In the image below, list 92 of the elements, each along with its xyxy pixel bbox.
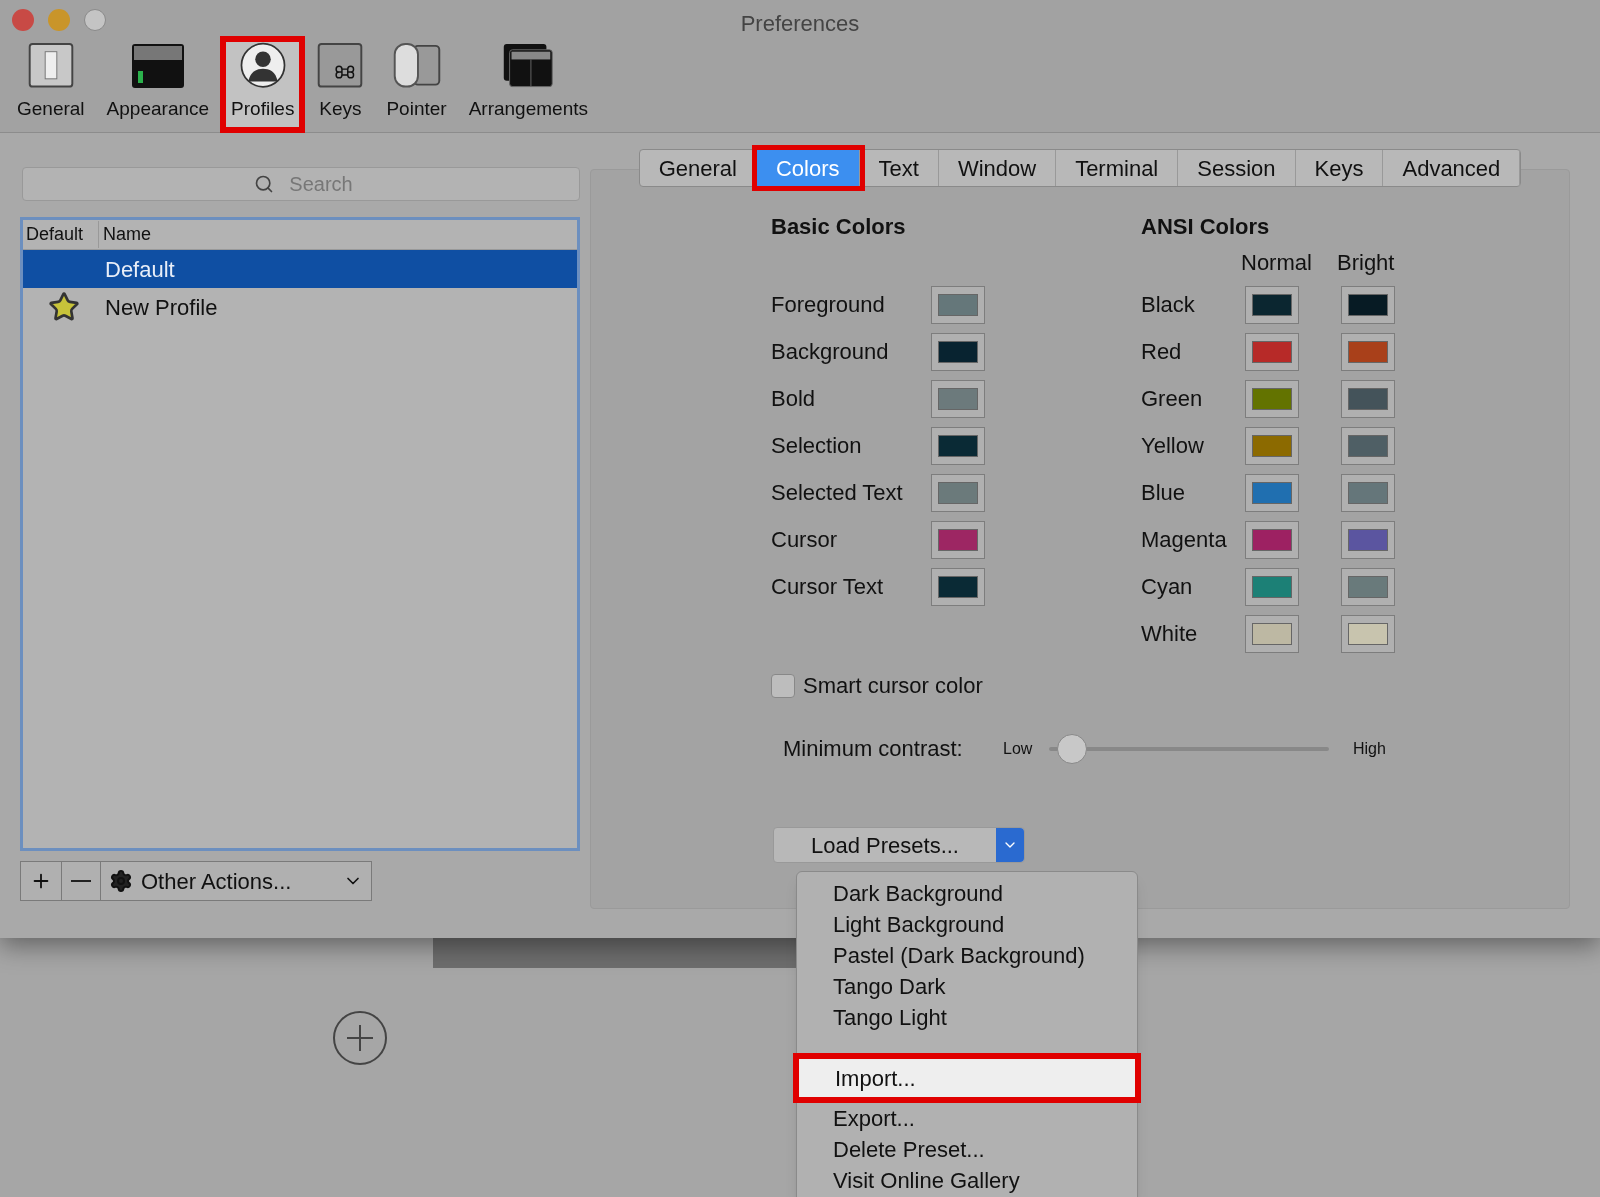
column-header: Bright — [1337, 248, 1395, 277]
color-label: Black — [1141, 291, 1196, 319]
color-well[interactable] — [1245, 426, 1299, 465]
color-well[interactable] — [1341, 332, 1395, 371]
menu-item[interactable]: Tango Dark — [797, 971, 1137, 1002]
add-circle-icon[interactable] — [332, 1010, 388, 1066]
search-icon — [254, 174, 274, 194]
switch-icon — [26, 42, 75, 89]
profile-row[interactable]: New Profile — [23, 288, 577, 326]
checkbox-label: Smart cursor color — [803, 672, 983, 700]
terminal-window-icon — [130, 42, 185, 89]
toolbar-button[interactable]: Pointer — [375, 36, 458, 133]
color-label: Yellow — [1141, 432, 1205, 460]
high-label: High — [1353, 738, 1386, 759]
color-well[interactable] — [931, 473, 985, 512]
color-well[interactable] — [931, 332, 985, 371]
menu-item[interactable]: Visit Online Gallery — [797, 1165, 1137, 1196]
profile-row[interactable]: Default — [23, 250, 577, 288]
color-well[interactable] — [1341, 520, 1395, 559]
low-label: Low — [1003, 738, 1034, 759]
color-label: Cursor Text — [771, 573, 885, 601]
toolbar-button[interactable]: Appearance — [95, 36, 221, 133]
color-label: Bold — [771, 385, 817, 413]
color-label: Foreground — [771, 291, 886, 319]
column-header[interactable]: Name — [99, 221, 151, 248]
close-button[interactable] — [12, 9, 34, 31]
color-well[interactable] — [931, 520, 985, 559]
color-label: Cursor — [771, 526, 838, 554]
color-well[interactable] — [1341, 614, 1395, 653]
tab[interactable]: Advanced — [1383, 150, 1521, 186]
menu-item[interactable]: Dark Background — [797, 878, 1137, 909]
load-presets-button[interactable]: Load Presets... — [773, 827, 1025, 863]
add-button[interactable] — [20, 861, 62, 901]
window-layout-icon — [501, 42, 556, 89]
column-header: Normal — [1241, 248, 1313, 277]
slider-thumb[interactable] — [1056, 733, 1087, 764]
color-label: White — [1141, 620, 1199, 648]
menu-item[interactable]: Tango Light — [797, 1002, 1137, 1033]
tab[interactable]: Text — [859, 150, 939, 186]
remove-button[interactable] — [62, 861, 100, 901]
tab[interactable]: Keys — [1295, 150, 1384, 186]
color-well[interactable] — [1341, 379, 1395, 418]
gear-icon — [109, 869, 133, 893]
column-header[interactable]: Default — [23, 221, 99, 248]
other-actions-button[interactable]: Other Actions... — [100, 861, 372, 901]
color-label: Selected Text — [771, 479, 904, 507]
menu-item[interactable]: Pastel (Dark Background) — [797, 940, 1137, 971]
color-label: Background — [771, 338, 890, 366]
color-well[interactable] — [1245, 332, 1299, 371]
menu-item[interactable]: Delete Preset... — [797, 1134, 1137, 1165]
window-title: Preferences — [740, 10, 860, 38]
menu-item[interactable]: Import... — [793, 1053, 1141, 1103]
color-well[interactable] — [1341, 473, 1395, 512]
color-well[interactable] — [1245, 567, 1299, 606]
color-well[interactable] — [1245, 285, 1299, 324]
color-label: Red — [1141, 338, 1183, 366]
minus-icon — [71, 880, 91, 882]
tab[interactable]: Session — [1178, 150, 1296, 186]
color-well[interactable] — [1341, 426, 1395, 465]
toolbar-button[interactable]: Profiles — [220, 36, 306, 133]
menu-item[interactable]: Export... — [797, 1103, 1137, 1134]
toolbar-button[interactable]: Keys — [305, 36, 376, 133]
section-title: Basic Colors — [771, 213, 907, 241]
color-label: Magenta — [1141, 526, 1228, 554]
menu-item[interactable]: Light Background — [797, 909, 1137, 940]
color-well[interactable] — [1245, 520, 1299, 559]
search-field[interactable]: Search — [22, 167, 580, 201]
mouse-icon — [391, 42, 442, 89]
toolbar-button[interactable]: Arrangements — [457, 36, 599, 133]
tab[interactable]: Terminal — [1056, 150, 1179, 186]
color-label: Blue — [1141, 479, 1187, 507]
slider[interactable] — [1049, 733, 1329, 764]
tab[interactable]: Window — [938, 150, 1057, 186]
color-well[interactable] — [1341, 285, 1395, 324]
command-key-icon — [316, 42, 365, 89]
section-title: ANSI Colors — [1141, 213, 1271, 241]
color-well[interactable] — [931, 567, 985, 606]
toolbar-button[interactable]: General — [6, 36, 96, 133]
contrast-label: Minimum contrast: — [783, 735, 964, 763]
color-well[interactable] — [931, 379, 985, 418]
color-label: Cyan — [1141, 573, 1194, 601]
color-label: Selection — [771, 432, 863, 460]
color-well[interactable] — [1245, 379, 1299, 418]
color-label: Green — [1141, 385, 1204, 413]
zoom-button[interactable] — [84, 9, 106, 31]
color-well[interactable] — [931, 426, 985, 465]
checkbox[interactable] — [771, 673, 795, 698]
color-well[interactable] — [1245, 473, 1299, 512]
star-icon — [48, 291, 80, 323]
color-well[interactable] — [1245, 614, 1299, 653]
color-well[interactable] — [931, 285, 985, 324]
color-well[interactable] — [1341, 567, 1395, 606]
